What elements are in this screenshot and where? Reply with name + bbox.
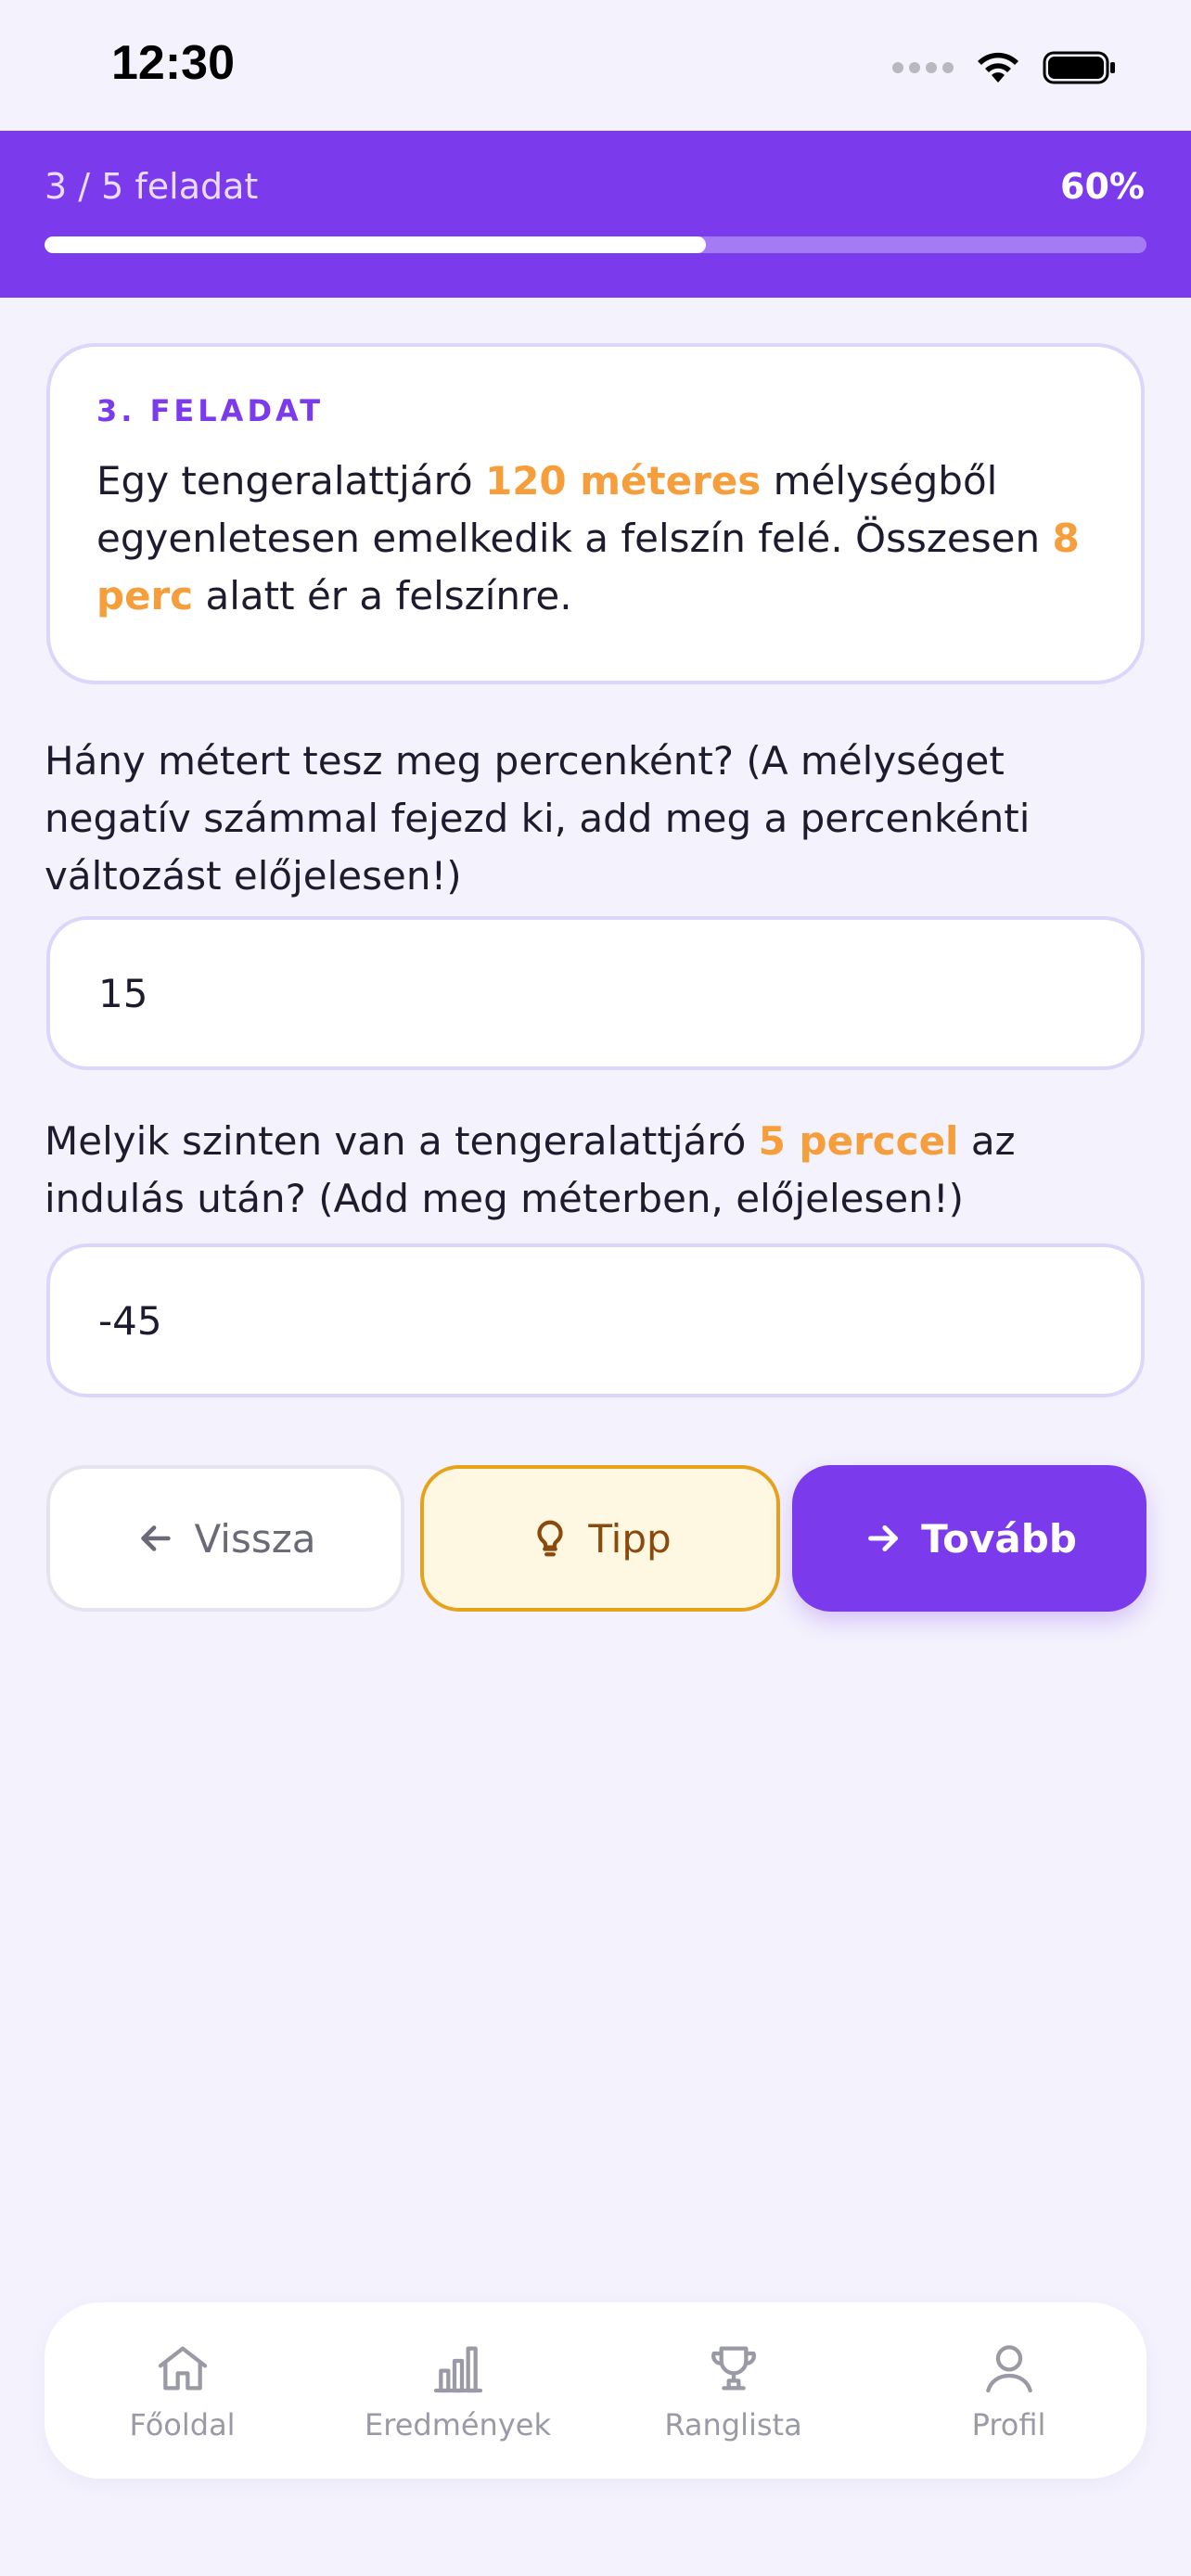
answer-2-value: -45 <box>98 1297 162 1344</box>
nav-label-leaderboard: Ranglista <box>664 2407 802 2442</box>
status-time: 12:30 <box>111 36 235 90</box>
status-icons <box>892 45 1117 91</box>
nav-item-results[interactable]: Eredmények <box>320 2339 596 2442</box>
arrow-right-icon <box>862 1517 904 1560</box>
nav-label-profile: Profil <box>971 2407 1046 2442</box>
task-text-part: Egy tengeralattjáró <box>96 458 485 504</box>
nav-label-results: Eredmények <box>365 2407 551 2442</box>
bottom-nav: Főoldal Eredmények Ranglista Profil <box>45 2302 1146 2479</box>
progress-bar <box>45 236 1146 253</box>
back-button[interactable]: Vissza <box>46 1465 404 1612</box>
next-button[interactable]: Tovább <box>792 1465 1146 1612</box>
task-card: 3. FELADAT Egy tengeralattjáró 120 méter… <box>46 343 1145 684</box>
arrow-left-icon <box>134 1517 177 1560</box>
tip-button[interactable]: Tipp <box>420 1465 780 1612</box>
battery-icon <box>1043 51 1115 84</box>
cellular-signal-icon <box>892 62 954 73</box>
progress-bar-fill <box>45 236 706 253</box>
task-text: Egy tengeralattjáró 120 méteres mélységb… <box>96 453 1095 625</box>
lightbulb-icon <box>529 1517 571 1560</box>
status-bar: 12:30 <box>0 0 1191 131</box>
task-highlight-depth: 120 méteres <box>484 458 762 504</box>
tip-button-label: Tipp <box>588 1515 672 1562</box>
nav-item-home[interactable]: Főoldal <box>45 2339 320 2442</box>
trophy-icon <box>711 2346 756 2391</box>
progress-percent: 60% <box>1060 166 1145 207</box>
task-label: 3. FELADAT <box>96 393 325 428</box>
question-2: Melyik szinten van a tengeralattjáró 5 p… <box>45 1113 1148 1228</box>
nav-item-profile[interactable]: Profil <box>871 2339 1146 2442</box>
answer-1-input[interactable]: 15 <box>46 916 1145 1070</box>
progress-header: 3 / 5 feladat 60% <box>0 131 1191 298</box>
task-text-part: alatt ér a felszínre. <box>193 573 572 618</box>
answer-2-input[interactable]: -45 <box>46 1243 1145 1397</box>
nav-item-leaderboard[interactable]: Ranglista <box>596 2339 871 2442</box>
question-1: Hány métert tesz meg percenként? (A mély… <box>45 738 1031 899</box>
back-button-label: Vissza <box>194 1515 316 1562</box>
wifi-icon <box>978 52 1018 83</box>
progress-label: 3 / 5 feladat <box>45 166 259 207</box>
question-2-highlight: 5 perccel <box>758 1118 959 1164</box>
bar-chart-icon <box>433 2346 482 2393</box>
next-button-label: Tovább <box>921 1515 1077 1562</box>
nav-label-home: Főoldal <box>129 2407 236 2442</box>
answer-1-value: 15 <box>98 970 148 1016</box>
user-icon <box>985 2345 1032 2393</box>
question-2-part: Melyik szinten van a tengeralattjáró <box>45 1118 759 1164</box>
home-icon <box>158 2346 207 2391</box>
